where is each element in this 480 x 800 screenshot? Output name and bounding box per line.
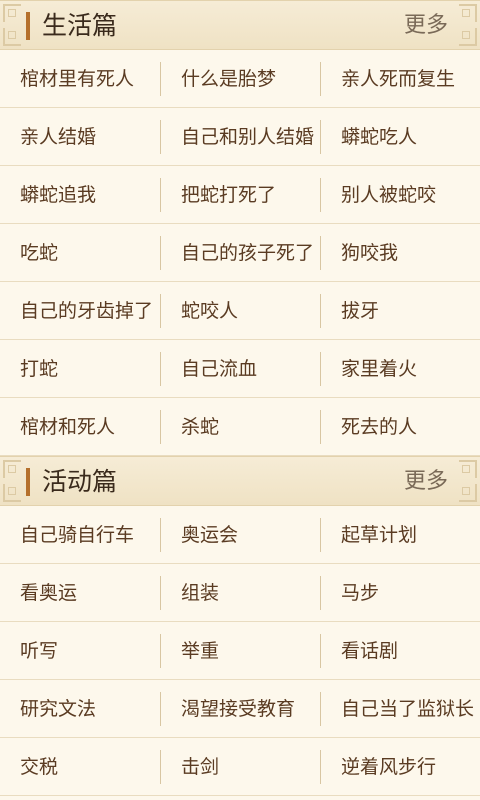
topic-item[interactable]: 逆着风步行 [320, 749, 480, 784]
ornament-corner-icon [3, 28, 21, 46]
ornament-corner-icon [459, 460, 477, 478]
ornament-corner-icon [459, 484, 477, 502]
table-row: 打蛇 自己流血 家里着火 [0, 340, 480, 398]
topic-item[interactable]: 听写 [0, 634, 160, 668]
topic-item[interactable]: 吃蛇 [0, 236, 160, 270]
topic-item[interactable]: 亲人结婚 [0, 120, 160, 154]
more-button[interactable]: 更多 [404, 466, 448, 498]
topic-item[interactable]: 亲人死而复生 [320, 61, 480, 96]
table-row: 自己的牙齿掉了 蛇咬人 拔牙 [0, 282, 480, 340]
topic-item[interactable]: 自己当了监狱长 [320, 691, 480, 726]
dream-category-list: 生活篇 更多 棺材里有死人 什么是胎梦 亲人死而复生 亲人结婚 自己和别人结婚 … [0, 0, 480, 796]
topic-item[interactable]: 死去的人 [320, 409, 480, 444]
table-row: 吃蛇 自己的孩子死了 狗咬我 [0, 224, 480, 282]
ornament-corner-icon [3, 484, 21, 502]
topic-item[interactable]: 拔牙 [320, 293, 480, 328]
table-row: 交税 击剑 逆着风步行 [0, 738, 480, 796]
topic-item[interactable]: 自己的孩子死了 [160, 235, 320, 270]
topic-item[interactable]: 奥运会 [160, 517, 320, 552]
more-button[interactable]: 更多 [404, 10, 448, 42]
topic-item[interactable]: 别人被蛇咬 [320, 177, 480, 212]
ornament-corner-icon [3, 460, 21, 478]
table-row: 研究文法 渴望接受教育 自己当了监狱长 [0, 680, 480, 738]
ornament-corner-icon [3, 4, 21, 22]
topic-item[interactable]: 自己流血 [160, 351, 320, 386]
topic-item[interactable]: 起草计划 [320, 517, 480, 552]
section-header-activity: 活动篇 更多 [0, 456, 480, 506]
table-row: 听写 举重 看话剧 [0, 622, 480, 680]
topic-item[interactable]: 看奥运 [0, 576, 160, 610]
topic-item[interactable]: 棺材里有死人 [0, 62, 160, 96]
topic-item[interactable]: 把蛇打死了 [160, 177, 320, 212]
topic-item[interactable]: 什么是胎梦 [160, 61, 320, 96]
topic-item[interactable]: 马步 [320, 575, 480, 610]
topic-item[interactable]: 组装 [160, 575, 320, 610]
section-accent-bar [26, 468, 30, 496]
topic-grid: 棺材里有死人 什么是胎梦 亲人死而复生 亲人结婚 自己和别人结婚 蟒蛇吃人 蟒蛇… [0, 50, 480, 456]
ornament-corner-icon [459, 4, 477, 22]
topic-grid: 自己骑自行车 奥运会 起草计划 看奥运 组装 马步 听写 举重 看话剧 研究文法… [0, 506, 480, 796]
section-title: 活动篇 [42, 467, 118, 496]
topic-item[interactable]: 自己和别人结婚 [160, 119, 320, 154]
topic-item[interactable]: 击剑 [160, 749, 320, 784]
topic-item[interactable]: 家里着火 [320, 351, 480, 386]
table-row: 看奥运 组装 马步 [0, 564, 480, 622]
topic-item[interactable]: 举重 [160, 633, 320, 668]
topic-item[interactable]: 交税 [0, 750, 160, 784]
topic-item[interactable]: 杀蛇 [160, 409, 320, 444]
topic-item[interactable]: 棺材和死人 [0, 410, 160, 444]
topic-item[interactable]: 渴望接受教育 [160, 691, 320, 726]
topic-item[interactable]: 看话剧 [320, 633, 480, 668]
section-header-life: 生活篇 更多 [0, 0, 480, 50]
table-row: 亲人结婚 自己和别人结婚 蟒蛇吃人 [0, 108, 480, 166]
topic-item[interactable]: 自己的牙齿掉了 [0, 294, 160, 328]
topic-item[interactable]: 蟒蛇追我 [0, 178, 160, 212]
topic-item[interactable]: 蛇咬人 [160, 293, 320, 328]
ornament-corner-icon [459, 28, 477, 46]
topic-item[interactable]: 打蛇 [0, 352, 160, 386]
table-row: 棺材和死人 杀蛇 死去的人 [0, 398, 480, 456]
table-row: 蟒蛇追我 把蛇打死了 别人被蛇咬 [0, 166, 480, 224]
topic-item[interactable]: 蟒蛇吃人 [320, 119, 480, 154]
topic-item[interactable]: 研究文法 [0, 692, 160, 726]
topic-item[interactable]: 狗咬我 [320, 235, 480, 270]
section-accent-bar [26, 12, 30, 40]
table-row: 棺材里有死人 什么是胎梦 亲人死而复生 [0, 50, 480, 108]
section-title: 生活篇 [42, 11, 118, 40]
topic-item[interactable]: 自己骑自行车 [0, 518, 160, 552]
table-row: 自己骑自行车 奥运会 起草计划 [0, 506, 480, 564]
